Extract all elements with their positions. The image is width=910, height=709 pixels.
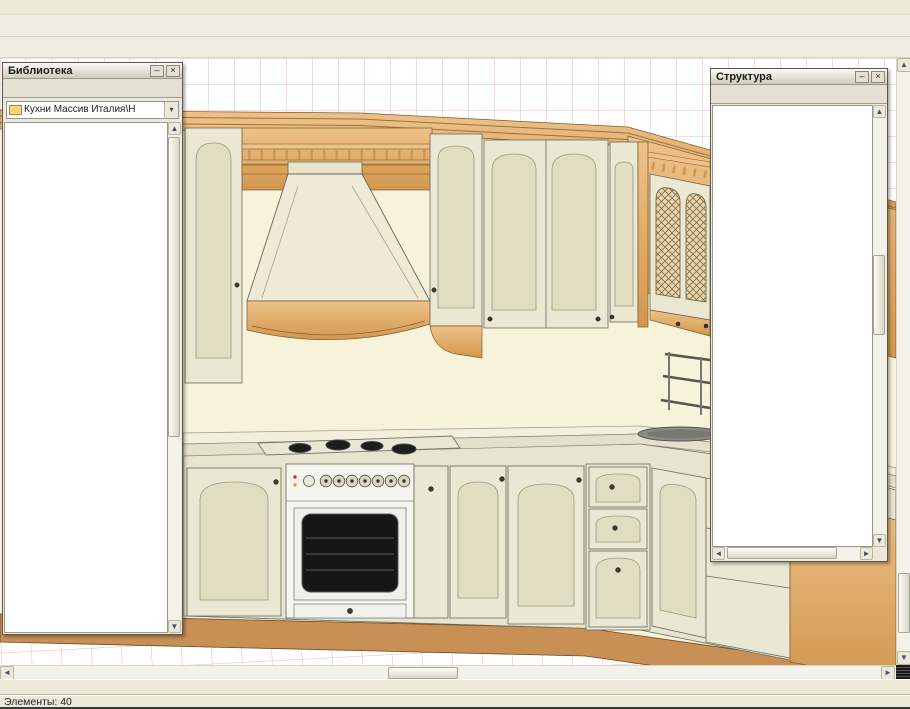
hscroll-thumb[interactable] bbox=[388, 667, 458, 679]
menu-bar bbox=[0, 0, 910, 15]
folder-icon bbox=[9, 105, 22, 115]
scroll-left-button[interactable]: ◄ bbox=[0, 666, 14, 680]
tree-hscroll-thumb[interactable] bbox=[727, 547, 837, 559]
resize-grip[interactable] bbox=[896, 665, 910, 679]
tree-vscrollbar[interactable]: ▲ ▼ bbox=[873, 105, 886, 547]
library-scrollbar[interactable]: ▲ ▼ bbox=[168, 122, 181, 633]
library-path: Кухни Массив Италия\Н bbox=[24, 104, 164, 115]
view-tabs bbox=[0, 679, 910, 694]
vscroll-thumb[interactable] bbox=[898, 573, 910, 633]
library-minimize-button[interactable]: – bbox=[150, 65, 164, 77]
structure-panel: Структура – × ▲ ▼ ◄ ► bbox=[710, 68, 888, 562]
structure-minimize-button[interactable]: – bbox=[855, 71, 869, 83]
library-close-button[interactable]: × bbox=[166, 65, 180, 77]
tree-hscrollbar[interactable]: ◄ ► bbox=[712, 547, 873, 560]
viewport-hscrollbar[interactable]: ◄ ► bbox=[0, 665, 910, 679]
scroll-up-button[interactable]: ▲ bbox=[897, 58, 910, 72]
combo-dropdown-icon[interactable]: ▾ bbox=[164, 102, 178, 118]
scroll-right-button[interactable]: ► bbox=[860, 547, 873, 560]
scroll-right-button[interactable]: ► bbox=[881, 666, 895, 680]
structure-title: Структура bbox=[716, 71, 853, 83]
library-tabs bbox=[3, 79, 182, 98]
library-toolbar: Кухни Массив Италия\Н ▾ bbox=[3, 98, 182, 121]
library-path-combo[interactable]: Кухни Массив Италия\Н ▾ bbox=[6, 101, 179, 119]
library-panel: Библиотека – × Кухни Массив Италия\Н ▾ ▲… bbox=[2, 62, 183, 635]
oven bbox=[286, 464, 414, 618]
library-scroll-thumb[interactable] bbox=[168, 137, 180, 437]
tree-scroll-thumb[interactable] bbox=[873, 255, 885, 335]
status-bar: Элементы: 40 bbox=[0, 694, 910, 709]
library-titlebar[interactable]: Библиотека – × bbox=[3, 63, 182, 79]
scroll-up-button[interactable]: ▲ bbox=[168, 122, 181, 135]
scroll-down-button[interactable]: ▼ bbox=[897, 651, 910, 665]
project-tree bbox=[712, 105, 873, 547]
toolbar-edit bbox=[0, 37, 910, 58]
scroll-left-button[interactable]: ◄ bbox=[712, 547, 725, 560]
library-item-list bbox=[4, 122, 168, 633]
library-title: Библиотека bbox=[8, 65, 148, 77]
structure-close-button[interactable]: × bbox=[871, 71, 885, 83]
scroll-down-button[interactable]: ▼ bbox=[168, 620, 181, 633]
scroll-up-button[interactable]: ▲ bbox=[873, 105, 886, 118]
scroll-down-button[interactable]: ▼ bbox=[873, 534, 886, 547]
structure-titlebar[interactable]: Структура – × bbox=[711, 69, 887, 85]
viewport-vscrollbar[interactable]: ▲ ▼ bbox=[896, 58, 910, 665]
toolbar-main bbox=[0, 15, 910, 37]
structure-tabs bbox=[711, 85, 887, 104]
